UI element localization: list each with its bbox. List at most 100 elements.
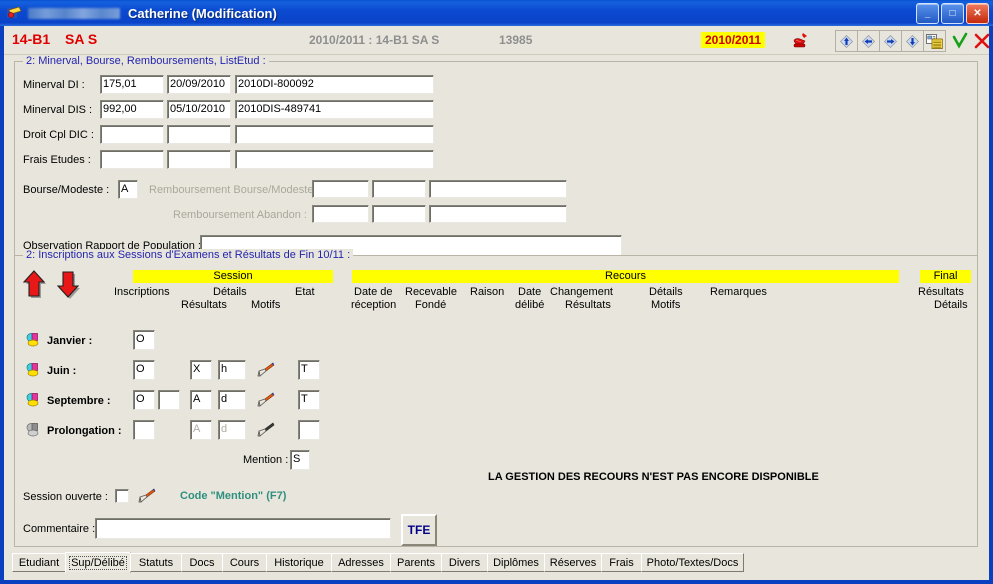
window-title: Catherine (Modification) — [128, 5, 277, 21]
tab-frais[interactable]: Frais — [601, 553, 642, 572]
label-bourse-modeste: Bourse/Modeste : — [23, 184, 110, 196]
input-droit-cpl-dic-date[interactable] — [167, 125, 231, 144]
list-button[interactable] — [923, 30, 946, 52]
cancel-button[interactable] — [970, 30, 993, 52]
input-juin-detail[interactable]: h — [218, 360, 246, 380]
row-juin-label: Juin : — [47, 365, 77, 377]
tab-diplomes[interactable]: Diplômes — [487, 553, 545, 572]
validate-button[interactable] — [948, 30, 972, 52]
input-remb-bourse-1[interactable] — [312, 180, 369, 198]
input-septembre-detail[interactable]: d — [218, 390, 246, 410]
sort-down-arrow-icon — [56, 271, 80, 299]
group-minerval-legend: 2: Minerval, Bourse, Remboursements, Lis… — [23, 55, 269, 67]
tab-photo-textes-docs[interactable]: Photo/Textes/Docs — [641, 553, 744, 572]
nav-prev-button[interactable] — [857, 30, 880, 52]
group-sessions: 2: Inscriptions aux Sessions d'Examens e… — [14, 249, 978, 547]
tab-cours[interactable]: Cours — [222, 553, 267, 572]
sort-up-arrow-icon — [22, 270, 46, 298]
tab-adresses[interactable]: Adresses — [331, 553, 391, 572]
input-frais-etudes-date[interactable] — [167, 150, 231, 169]
prolongation-brush-button[interactable] — [257, 422, 275, 442]
input-juin-etat[interactable]: X — [190, 360, 212, 380]
close-icon: ✕ — [973, 7, 982, 19]
tab-docs[interactable]: Docs — [181, 553, 223, 572]
colhead-resultats: Résultats — [181, 299, 227, 311]
link-code-mention[interactable]: Code "Mention" (F7) — [180, 490, 286, 502]
juin-brush-button[interactable] — [257, 362, 275, 382]
input-remb-bourse-3[interactable] — [429, 180, 567, 198]
stamp-button[interactable] — [787, 30, 815, 52]
maximize-icon: □ — [949, 7, 956, 19]
window-right-border — [989, 26, 993, 584]
input-mention[interactable]: S — [290, 450, 310, 470]
header-class-code: 14-B1 — [12, 31, 51, 47]
tab-label: Parents — [397, 556, 435, 569]
sort-down-button[interactable] — [56, 270, 83, 305]
input-minerval-dis-ref[interactable]: 2010DIS-489741 — [235, 100, 434, 119]
label-remboursement-bourse: Remboursement Bourse/Modeste : — [149, 184, 320, 196]
input-janvier-inscription[interactable]: O — [133, 330, 155, 350]
tab-etudiant[interactable]: Etudiant — [12, 553, 66, 572]
checkbox-session-ouverte[interactable] — [115, 489, 129, 503]
input-remb-bourse-2[interactable] — [372, 180, 426, 198]
input-prolongation-etat[interactable]: A — [190, 420, 212, 440]
septembre-brush-button[interactable] — [257, 392, 275, 412]
session-ouverte-brush-button[interactable] — [138, 488, 156, 508]
tab-strip: Etudiant Sup/Délibé Statuts Docs Cours H… — [8, 552, 993, 574]
input-frais-etudes-ref[interactable] — [235, 150, 434, 169]
nav-next-button[interactable] — [879, 30, 902, 52]
close-button[interactable]: ✕ — [966, 3, 989, 24]
input-prolongation-inscription[interactable] — [133, 420, 155, 440]
tab-label: Divers — [448, 556, 481, 569]
input-septembre-inscription-2[interactable] — [158, 390, 180, 410]
row-septembre-icon — [26, 392, 41, 410]
label-session-ouverte: Session ouverte : — [23, 491, 108, 503]
sort-up-button[interactable] — [22, 270, 49, 305]
tab-historique[interactable]: Historique — [266, 553, 332, 572]
input-septembre-etat[interactable]: A — [190, 390, 212, 410]
tab-label: Etudiant — [18, 556, 60, 569]
colhead-etat: Etat — [295, 286, 315, 298]
input-prolongation-motif[interactable] — [298, 420, 320, 440]
tab-reserves[interactable]: Réserves — [544, 553, 602, 572]
input-commentaire[interactable] — [95, 518, 391, 539]
input-septembre-motif[interactable]: T — [298, 390, 320, 410]
input-remb-abandon-1[interactable] — [312, 205, 369, 223]
maximize-button[interactable]: □ — [941, 3, 964, 24]
session-sphere-icon — [26, 393, 39, 407]
tab-sup-delibe[interactable]: Sup/Délibé — [65, 552, 131, 573]
input-juin-motif[interactable]: T — [298, 360, 320, 380]
input-minerval-di-date[interactable]: 20/09/2010 — [167, 75, 231, 94]
tab-divers[interactable]: Divers — [441, 553, 488, 572]
nav-first-button[interactable] — [835, 30, 858, 52]
input-prolongation-detail[interactable]: d — [218, 420, 246, 440]
session-sphere-gray-icon — [26, 423, 39, 437]
label-remboursement-abandon: Remboursement Abandon : — [173, 209, 307, 221]
row-prolongation-icon — [26, 422, 41, 440]
tfe-button[interactable]: TFE — [401, 514, 437, 546]
input-frais-etudes-amount[interactable] — [100, 150, 164, 169]
input-minerval-di-amount[interactable]: 175,01 — [100, 75, 164, 94]
tab-parents[interactable]: Parents — [390, 553, 442, 572]
tab-statuts[interactable]: Statuts — [130, 553, 182, 572]
input-droit-cpl-dic-ref[interactable] — [235, 125, 434, 144]
input-septembre-inscription[interactable]: O — [133, 390, 155, 410]
validate-icon — [952, 32, 968, 49]
minimize-button[interactable]: _ — [916, 3, 939, 24]
input-droit-cpl-dic-amount[interactable] — [100, 125, 164, 144]
tab-label: Docs — [189, 556, 215, 569]
tab-label: Cours — [229, 556, 260, 569]
input-minerval-dis-date[interactable]: 05/10/2010 — [167, 100, 231, 119]
brush-icon — [257, 392, 275, 407]
input-remb-abandon-3[interactable] — [429, 205, 567, 223]
input-bourse-modeste[interactable]: A — [118, 180, 138, 199]
colhead-changement-resultats: Résultats — [565, 299, 611, 311]
header-section-code: SA S — [65, 31, 98, 47]
colhead-final-details: Détails — [934, 299, 968, 311]
nav-last-icon — [906, 34, 919, 48]
input-juin-inscription[interactable]: O — [133, 360, 155, 380]
input-minerval-dis-amount[interactable]: 992,00 — [100, 100, 164, 119]
input-minerval-di-ref[interactable]: 2010DI-800092 — [235, 75, 434, 94]
input-remb-abandon-2[interactable] — [372, 205, 426, 223]
nav-last-button[interactable] — [901, 30, 924, 52]
